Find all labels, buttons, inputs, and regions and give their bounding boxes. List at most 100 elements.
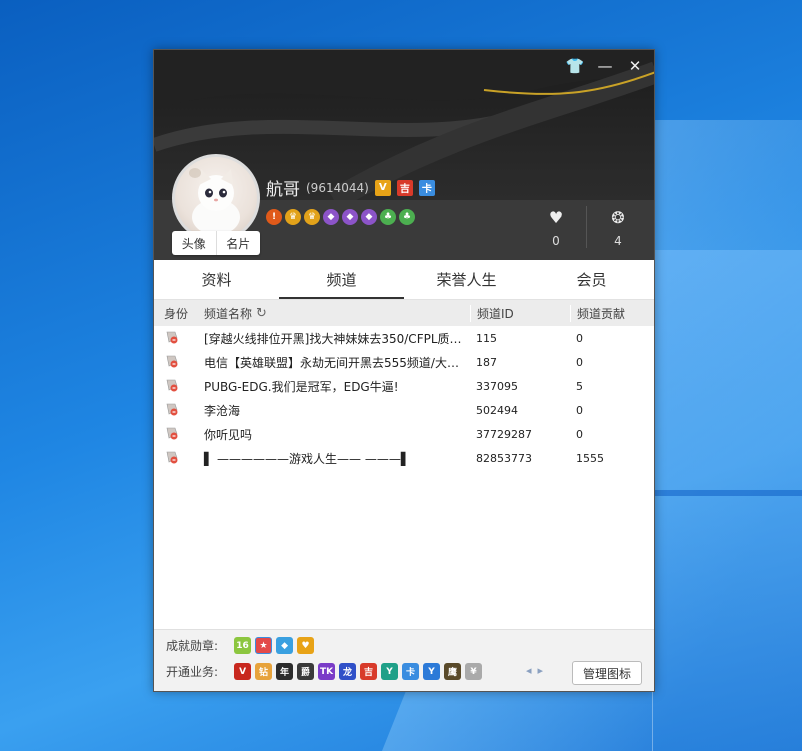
channel-id: 82853773 <box>476 451 532 465</box>
channel-id: 37729287 <box>476 427 532 441</box>
nickname-text: 航哥 <box>266 180 300 200</box>
table-row[interactable]: 电信【英雄联盟】永劫无间开黑去555频道/大… 187 0 <box>154 350 654 374</box>
table-row[interactable]: 李沧海 502494 0 <box>154 398 654 422</box>
channel-name: ▌ ——————游戏人生—— ———▌ <box>204 451 411 466</box>
level-shield-icon[interactable]: ◆ <box>342 209 358 225</box>
channel-id: 187 <box>476 355 497 369</box>
table-row[interactable]: PUBG-EDG.我们是冠军，EDG牛逼! 337095 5 <box>154 374 654 398</box>
avatar-button[interactable]: 头像 <box>172 231 216 255</box>
table-row[interactable]: [穿越火线排位开黑]找大神妹妹去350/CFPL质… 115 0 <box>154 326 654 350</box>
header-contrib[interactable]: 频道贡献 <box>570 304 654 322</box>
level-leaf-icon[interactable]: ♣ <box>399 209 415 225</box>
channel-id: 502494 <box>476 403 518 417</box>
channel-contrib: 0 <box>576 331 583 345</box>
profile-window: 👕 — ✕ 头像 名片 航哥 (9614044) V 吉 卡 ! ♛ ♛ ◆ ◆… <box>153 49 655 692</box>
manage-icons-button[interactable]: 管理图标 <box>572 661 642 685</box>
channel-contrib: 1555 <box>576 451 604 465</box>
channel-id: 115 <box>476 331 497 345</box>
profile-tabs: 资料 频道 荣誉人生 会员 <box>154 260 654 300</box>
service-y-green-icon[interactable]: Y <box>381 663 399 680</box>
service-yen-icon[interactable]: ¥ <box>465 663 483 680</box>
tab-channels[interactable]: 频道 <box>279 260 404 299</box>
likes-stat[interactable]: ♥ 0 <box>536 208 576 248</box>
level-crown-icon[interactable]: ♛ <box>304 209 320 225</box>
service-diamond-icon[interactable]: 钻 <box>255 663 273 680</box>
level-icons: ! ♛ ♛ ◆ ◆ ◆ ♣ ♣ <box>266 209 415 225</box>
services-label: 开通业务: <box>166 665 219 679</box>
member-role-icon <box>166 427 178 439</box>
channel-id: 337095 <box>476 379 518 393</box>
achievements-row: 成就勋章: 16 ★ ◆ ♥ <box>166 637 315 654</box>
service-tk-icon[interactable]: TK <box>318 663 336 680</box>
level-shield-icon[interactable]: ◆ <box>361 209 377 225</box>
user-id: (9614044) <box>306 180 369 195</box>
card-button[interactable]: 名片 <box>215 231 261 255</box>
window-controls: 👕 — ✕ <box>562 56 648 76</box>
level-shield-icon[interactable]: ◆ <box>323 209 339 225</box>
prev-page-icon[interactable]: ◂ <box>526 664 532 677</box>
table-row[interactable]: ▌ ——————游戏人生—— ———▌ 82853773 1555 <box>154 446 654 470</box>
service-vip-icon[interactable]: V <box>234 663 252 680</box>
channel-table-body: [穿越火线排位开黑]找大神妹妹去350/CFPL质… 115 0 电信【英雄联盟… <box>154 326 654 470</box>
service-dragon-icon[interactable]: 龙 <box>339 663 357 680</box>
card-badge-icon[interactable]: 卡 <box>418 179 435 196</box>
lucky-badge-icon[interactable]: 吉 <box>396 179 413 196</box>
minimize-icon[interactable]: — <box>592 56 618 76</box>
cat-avatar-icon <box>189 168 240 235</box>
skin-shirt-icon[interactable]: 👕 <box>562 56 588 76</box>
header-name-label: 频道名称 <box>204 306 253 321</box>
service-lucky-icon[interactable]: 吉 <box>360 663 378 680</box>
header-id[interactable]: 频道ID <box>470 304 570 322</box>
channel-name: 电信【英雄联盟】永劫无间开黑去555频道/大… <box>204 355 459 370</box>
refresh-icon[interactable]: ↻ <box>256 306 267 321</box>
achievement-shield-icon[interactable]: ♥ <box>297 637 315 654</box>
service-eagle-icon[interactable]: 鹰 <box>444 663 462 680</box>
tab-info[interactable]: 资料 <box>154 260 279 299</box>
achievement-2016-icon[interactable]: 16 <box>234 637 252 654</box>
channel-name: [穿越火线排位开黑]找大神妹妹去350/CFPL质… <box>204 331 462 346</box>
profile-header: 👕 — ✕ 头像 名片 航哥 (9614044) V 吉 卡 ! ♛ ♛ ◆ ◆… <box>154 50 654 260</box>
member-role-icon <box>166 451 178 463</box>
user-nickname: 航哥 (9614044) V 吉 卡 <box>266 175 435 200</box>
level-sun-icon[interactable]: ! <box>266 209 282 225</box>
desktop-window-logo <box>652 250 802 751</box>
member-role-icon <box>166 379 178 391</box>
achievement-diamond-icon[interactable]: ◆ <box>276 637 294 654</box>
avatar[interactable] <box>172 154 260 242</box>
member-role-icon <box>166 331 178 343</box>
award-ribbon-icon: ❂ <box>611 208 625 227</box>
avatar-actions: 头像 名片 <box>172 231 260 255</box>
channel-contrib: 0 <box>576 403 583 417</box>
tab-honor[interactable]: 荣誉人生 <box>404 260 529 299</box>
stat-divider <box>586 206 587 248</box>
service-year-icon[interactable]: 年 <box>276 663 294 680</box>
header-role: 身份 <box>164 306 189 321</box>
awards-count: 4 <box>614 234 622 248</box>
level-crown-icon[interactable]: ♛ <box>285 209 301 225</box>
table-row[interactable]: 你听见吗 37729287 0 <box>154 422 654 446</box>
channel-name: PUBG-EDG.我们是冠军，EDG牛逼! <box>204 379 399 394</box>
member-role-icon <box>166 403 178 415</box>
channel-contrib: 0 <box>576 427 583 441</box>
channel-name: 李沧海 <box>204 403 241 418</box>
awards-stat[interactable]: ❂ 4 <box>598 208 638 248</box>
channel-contrib: 0 <box>576 355 583 369</box>
service-y-blue-icon[interactable]: Y <box>423 663 441 680</box>
services-row: 开通业务: V 钻 年 爵 TK 龙 吉 Y 卡 Y 鹰 ¥ <box>166 663 483 680</box>
badge-pager: ◂ ▸ <box>526 664 543 677</box>
profile-footer: 成就勋章: 16 ★ ◆ ♥ 开通业务: V 钻 年 爵 TK 龙 吉 Y 卡 … <box>154 629 654 691</box>
service-noble-icon[interactable]: 爵 <box>297 663 315 680</box>
close-icon[interactable]: ✕ <box>622 56 648 76</box>
likes-count: 0 <box>552 234 560 248</box>
heart-icon: ♥ <box>548 208 564 227</box>
next-page-icon[interactable]: ▸ <box>538 664 544 677</box>
service-card-icon[interactable]: 卡 <box>402 663 420 680</box>
tab-member[interactable]: 会员 <box>529 260 654 299</box>
channel-contrib: 5 <box>576 379 583 393</box>
achievements-label: 成就勋章: <box>166 639 219 653</box>
vip-badge-icon[interactable]: V <box>374 179 391 196</box>
header-name: 频道名称 ↻ <box>202 305 470 322</box>
achievement-gift-icon[interactable]: ★ <box>255 637 273 654</box>
level-leaf-icon[interactable]: ♣ <box>380 209 396 225</box>
channel-table-header: 身份 频道名称 ↻ 频道ID 频道贡献 <box>154 300 654 326</box>
